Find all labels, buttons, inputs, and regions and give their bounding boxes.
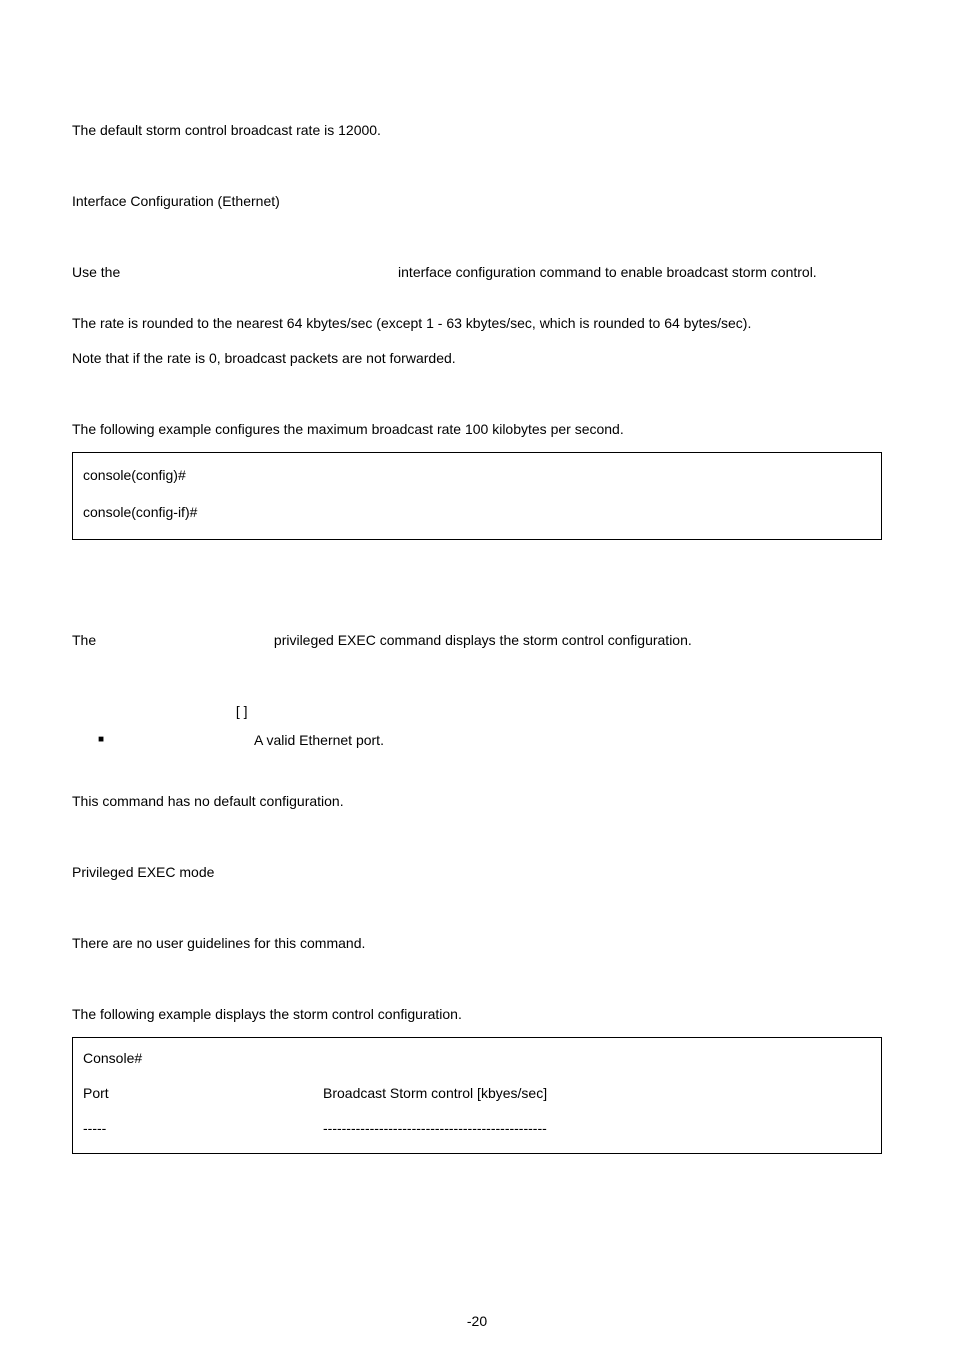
default-config-text-2: This command has no default configuratio… <box>72 791 882 812</box>
table-row: Console# <box>83 1048 871 1069</box>
syntax-bullet-text: A valid Ethernet port. <box>254 730 384 751</box>
user-guidelines-text: There are no user guidelines for this co… <box>72 933 882 954</box>
guideline-1-prefix: Use the <box>72 264 120 280</box>
default-config-text: The default storm control broadcast rate… <box>72 120 882 141</box>
table-row: ----- ----------------------------------… <box>83 1118 871 1139</box>
document-page: The default storm control broadcast rate… <box>0 0 954 1350</box>
bullet-icon: ■ <box>98 730 104 750</box>
example-intro-2: The following example displays the storm… <box>72 1004 882 1025</box>
desc-prefix: The <box>72 632 96 648</box>
command-mode-text-2: Privileged EXEC mode <box>72 862 882 883</box>
syntax-bullet-row: ■ A valid Ethernet port. <box>98 730 882 751</box>
guideline-line-2: The rate is rounded to the nearest 64 kb… <box>72 313 882 334</box>
command-mode-text-1: Interface Configuration (Ethernet) <box>72 191 882 212</box>
col-port: Port <box>83 1083 323 1104</box>
desc-suffix: privileged EXEC command displays the sto… <box>274 632 692 648</box>
guideline-1-suffix: interface configuration command to enabl… <box>398 264 817 280</box>
col-broadcast: Broadcast Storm control [kbyes/sec] <box>323 1083 871 1104</box>
command-description: The privileged EXEC command displays the… <box>72 630 882 651</box>
guideline-line-3: Note that if the rate is 0, broadcast pa… <box>72 348 882 369</box>
guideline-line-1: Use the interface configuration command … <box>72 262 882 283</box>
syntax-brackets: [ ] <box>192 701 882 722</box>
syntax-bracket-text: [ ] <box>236 703 248 719</box>
divider-dashes: ----- <box>83 1118 323 1139</box>
table-row: Port Broadcast Storm control [kbyes/sec] <box>83 1083 871 1104</box>
example-code-box-2: Console# Port Broadcast Storm control [k… <box>72 1037 882 1154</box>
example-intro-1: The following example configures the max… <box>72 419 882 440</box>
page-number: -20 <box>0 1311 954 1332</box>
code-line: console(config-if)# <box>83 502 871 523</box>
example-code-box-1: console(config)# console(config-if)# <box>72 452 882 540</box>
divider-dashes: ----------------------------------------… <box>323 1118 871 1139</box>
console-prompt: Console# <box>83 1048 323 1069</box>
code-line: console(config)# <box>83 465 871 486</box>
